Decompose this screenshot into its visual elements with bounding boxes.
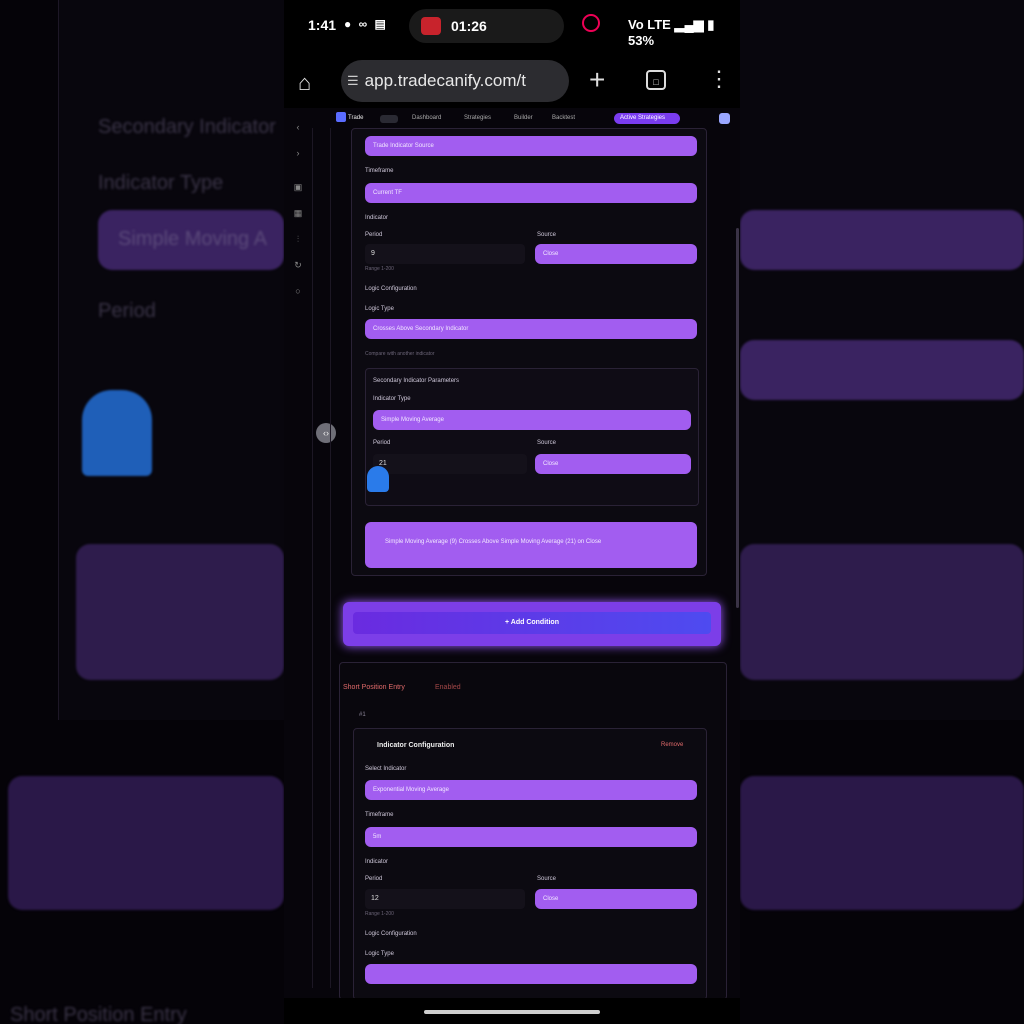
phone-screen: 1:41 ● ∞ ▤ 01:26 Vo LTE ▂▄▆ ▮ 53% ⌂ ☰ ap… [284,0,740,1024]
bg-button-band [8,776,284,910]
browser-toolbar: ⌂ ☰ app.tradecanify.com/t + □ ⋮ [284,58,740,104]
logic-type2-label: Logic Type [365,951,394,957]
strategy-builder-panel: Trade Indicator Source Timeframe Current… [330,128,731,998]
new-tab-icon[interactable]: + [589,64,605,96]
logic2-label: Logic Configuration [365,931,417,937]
avatar[interactable] [719,113,730,124]
indicator-label: Indicator [365,215,389,221]
logic-type-label: Logic Type [365,306,394,312]
history-icon[interactable]: ↻ [293,260,303,270]
app-brand: Trade [348,115,364,121]
period3-input[interactable]: 12 [365,889,525,909]
select-indicator-select[interactable]: Exponential Moving Average [365,780,697,800]
bg-indicator-type: Indicator Type [98,172,224,194]
indicator-type-label: Indicator Type [373,396,411,402]
timeframe-label: Timeframe [365,168,394,174]
recording-time: 01:26 [451,18,487,34]
status-notification-icons: ● ∞ ▤ [344,17,388,31]
indicator2-label: Indicator [365,859,389,865]
logic-type2-select[interactable] [365,964,697,984]
nav-strategies[interactable]: Strategies [464,115,491,121]
grid-icon[interactable]: ▦ [293,208,303,218]
page-scrollbar[interactable] [736,228,739,608]
nav-builder[interactable]: Builder [514,115,533,121]
bg-select-band-right [740,210,1024,270]
app-sidebar: ‹ › ▣ ▦ ⫶ ↻ ○ [284,122,313,988]
indicator-source-select[interactable]: Trade Indicator Source [365,136,697,156]
timeframe2-label: Timeframe [365,812,394,818]
logo-icon [336,112,346,122]
touch-cursor-icon [367,466,389,492]
settings-icon[interactable]: ○ [293,286,303,296]
dashboard-icon[interactable]: ▣ [293,182,303,192]
tab-switcher-icon[interactable]: □ [646,70,666,90]
short-position-title[interactable]: Short Position Entry [343,684,405,691]
bg-secondary-indicator: Secondary Indicator [98,116,276,138]
secondary-indicator-box [365,368,699,506]
short-position-tag: Enabled [435,684,461,691]
period3-hint: Range 1-200 [365,911,394,917]
nav-active-pill[interactable]: Active Strategies [614,113,680,124]
brand-badge [380,115,398,123]
app-top-nav: Trade Dashboard Strategies Builder Backt… [334,112,736,126]
period3-label: Period [365,876,383,882]
status-bar: 1:41 ● ∞ ▤ 01:26 Vo LTE ▂▄▆ ▮ 53% [284,0,740,52]
period-input[interactable]: 9 [365,244,525,264]
secondary-source-select[interactable]: Close [535,454,691,474]
condition-summary: Simple Moving Average (9) Crosses Above … [365,522,697,568]
gesture-handle[interactable] [424,1010,600,1014]
record-icon [421,17,441,35]
camera-indicator-icon [582,14,600,32]
nav-active-strategies: Active Strategies [620,115,666,121]
indicator-type-select[interactable]: Simple Moving Average [373,410,691,430]
secondary-period-label: Period [373,440,391,446]
bg-summary-band [76,544,284,680]
timeframe-select[interactable]: Current TF [365,183,697,203]
logic-type-select[interactable]: Crosses Above Secondary Indicator [365,319,697,339]
status-time: 1:41 [308,17,337,33]
chart-icon[interactable]: ⫶ [293,234,303,244]
home-icon[interactable]: ⌂ [298,70,311,96]
source3-select[interactable]: Close [535,889,697,909]
bg-button-band-right [740,776,1024,910]
secondary-period-input[interactable]: 21 [373,454,527,474]
source-label: Source [537,232,557,238]
site-settings-icon[interactable]: ☰ [347,73,359,89]
source3-label: Source [537,876,557,882]
bg-period: Period [98,300,156,322]
condition-number: #1 [359,712,366,718]
indicator-configuration-title: Indicator Configuration [377,742,455,749]
bg-short-entry: Short Position Entry [10,1004,187,1024]
collapse-icon[interactable]: ‹ [293,122,303,132]
logic-note: Compare with another indicator [365,351,435,357]
source-select[interactable]: Close [535,244,697,264]
bg-summary-band-right [740,544,1024,680]
period-label: Period [365,232,383,238]
secondary-source-label: Source [537,440,557,446]
web-content: Trade Dashboard Strategies Builder Backt… [284,108,740,998]
select-indicator-label: Select Indicator [365,766,407,772]
url-text: app.tradecanify.com/t [364,71,526,90]
nav-backtest[interactable]: Backtest [552,115,575,121]
period-hint: Range 1-200 [365,266,394,272]
bg-select: Simple Moving A [118,228,267,250]
nav-dashboard[interactable]: Dashboard [412,115,441,121]
secondary-indicator-title: Secondary Indicator Parameters [373,378,460,384]
screen-recording-pill[interactable]: 01:26 [409,9,564,43]
logic-configuration-label: Logic Configuration [365,286,417,292]
bg-source-band [740,340,1024,400]
timeframe2-select[interactable]: 5m [365,827,697,847]
more-menu-icon[interactable]: ⋮ [708,66,730,92]
remove-button[interactable]: Remove [661,742,683,748]
bg-cursor-shape [82,390,152,476]
chevron-icon[interactable]: › [293,148,303,158]
address-bar[interactable]: ☰ app.tradecanify.com/t [341,60,569,102]
system-nav-bar [284,1000,740,1024]
status-signal-battery: Vo LTE ▂▄▆ ▮ 53% [628,17,715,48]
add-condition-button[interactable]: + Add Condition [353,612,711,634]
